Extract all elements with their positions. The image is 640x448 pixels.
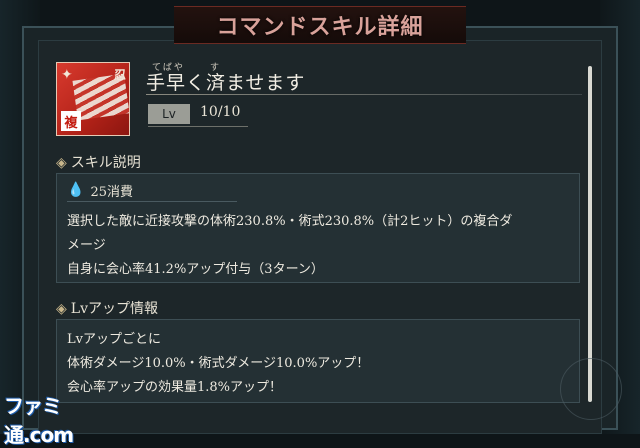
- section-heading-text: スキル説明: [70, 155, 141, 171]
- composite-badge: 複: [61, 111, 81, 131]
- divider: [146, 94, 582, 95]
- star-icon: ✦: [61, 67, 73, 83]
- level-label: Lv: [148, 104, 190, 124]
- divider: [148, 126, 248, 127]
- section-heading-lvup: ◈ Lvアップ情報: [56, 298, 158, 318]
- drop-icon: 💧: [67, 182, 85, 198]
- cost-value: 25消費: [90, 184, 133, 200]
- cost-row: 💧 25消費: [67, 179, 237, 202]
- watermark-logo: ファミ通.com: [4, 394, 74, 447]
- page-title: コマンドスキル詳細: [216, 15, 424, 40]
- section-heading-description: ◈ スキル説明: [56, 152, 141, 172]
- description-line: メージ: [67, 238, 106, 253]
- diamond-icon: ◈: [56, 301, 67, 317]
- lvup-line: Lvアップごとに: [67, 332, 161, 347]
- description-line: 自身に会心率41.2%アップ付与（3ターン）: [67, 262, 324, 277]
- diamond-icon: ◈: [56, 155, 67, 171]
- scrollbar[interactable]: [588, 66, 592, 402]
- skill-name: 手早く済ませます: [146, 72, 306, 94]
- skill-type-badge: 忍: [113, 68, 126, 82]
- description-line: 選択した敵に近接攻撃の体術230.8%・術式230.8%（計2ヒット）の複合ダ: [67, 214, 513, 229]
- lvup-line: 体術ダメージ10.0%・術式ダメージ10.0%アップ！: [67, 356, 370, 371]
- title-banner: コマンドスキル詳細: [174, 6, 466, 44]
- description-box: 💧 25消費 選択した敵に近接攻撃の体術230.8%・術式230.8%（計2ヒッ…: [56, 173, 580, 283]
- lvup-box: Lvアップごとに 体術ダメージ10.0%・術式ダメージ10.0%アップ！ 会心率…: [56, 319, 580, 403]
- skill-icon: ✦ 忍 複: [56, 62, 130, 136]
- section-heading-text: Lvアップ情報: [70, 301, 158, 317]
- decorative-pattern: [560, 358, 622, 420]
- level-value: 10/10: [200, 104, 241, 120]
